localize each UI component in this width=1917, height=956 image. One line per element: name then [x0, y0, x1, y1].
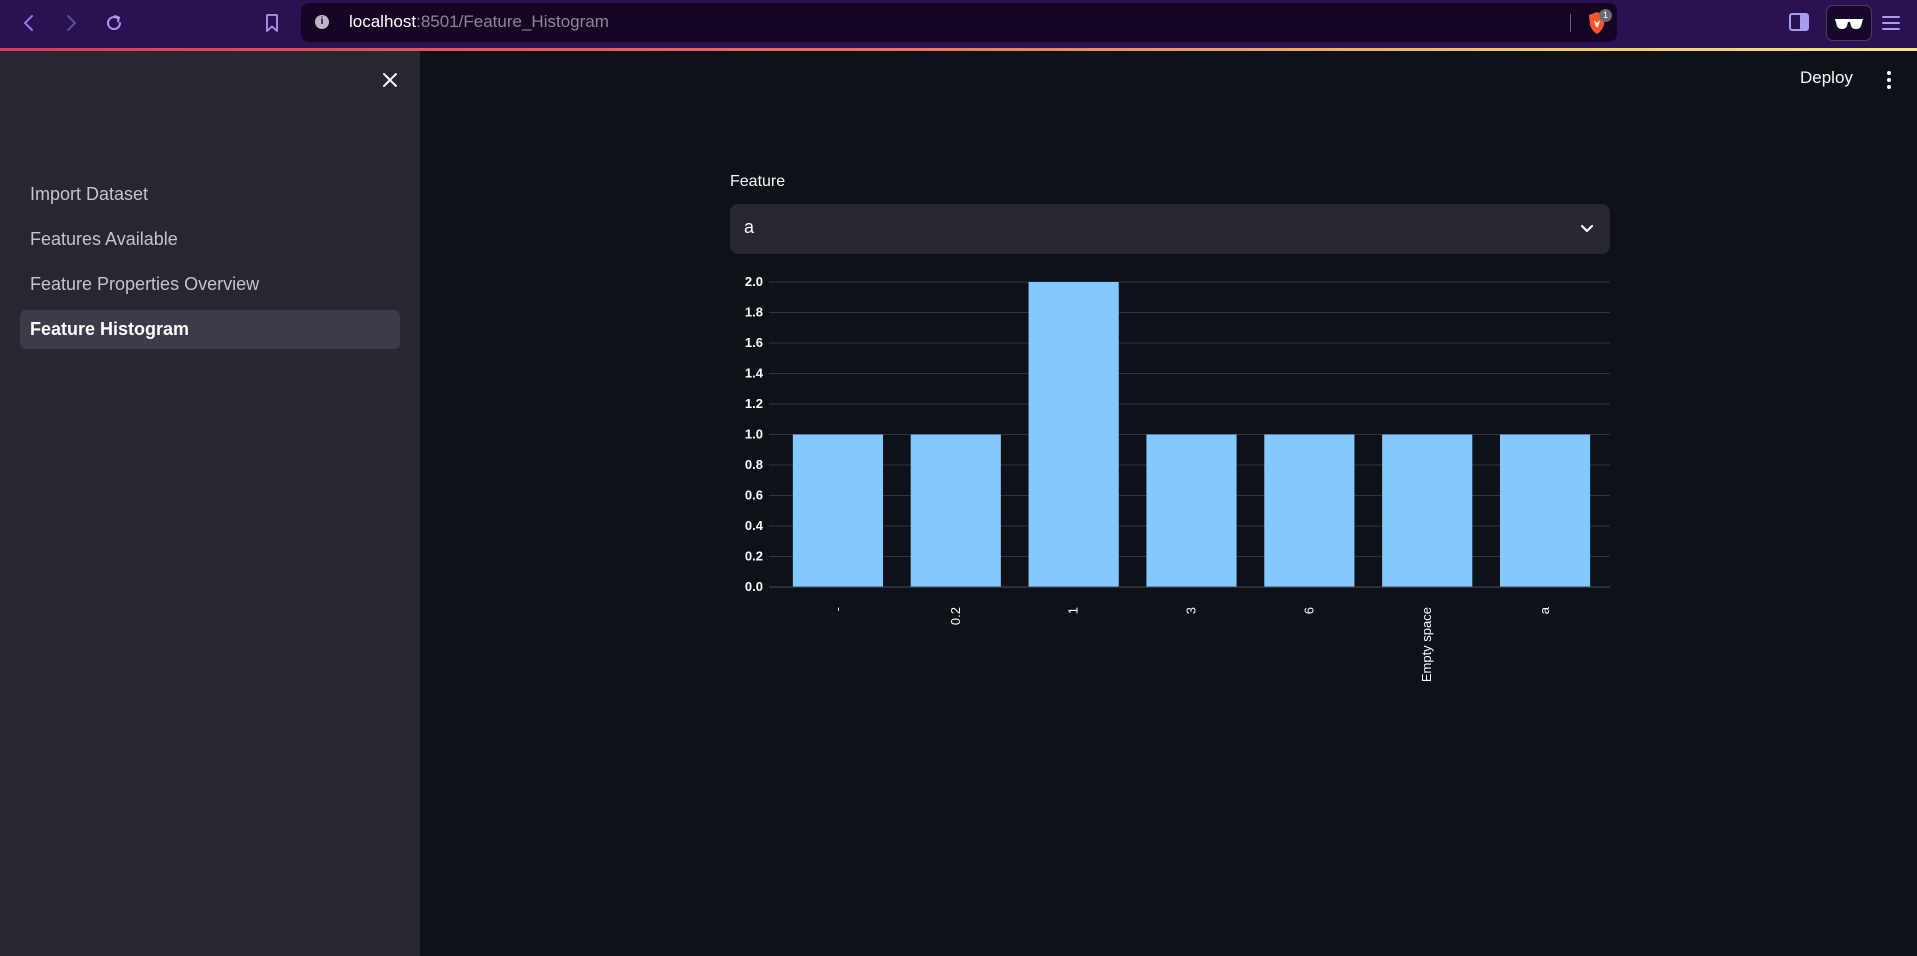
shield-count-badge: 1 [1599, 9, 1612, 22]
y-tick-label: 1.6 [745, 335, 763, 350]
x-tick-label: 6 [1301, 607, 1316, 614]
address-bar[interactable]: i localhost:8501/Feature_Histogram 1 [301, 3, 1617, 42]
url-text: localhost:8501/Feature_Histogram [349, 12, 609, 32]
x-tick-label: Empty space [1419, 607, 1434, 682]
glasses-icon [1835, 19, 1863, 29]
sidebar-item-features-available[interactable]: Features Available [20, 220, 400, 259]
bar [910, 434, 1001, 587]
chevron-down-icon [1578, 220, 1596, 238]
bar [1028, 282, 1119, 587]
browser-toolbar: i localhost:8501/Feature_Histogram 1 [0, 0, 1917, 48]
y-tick-label: 1.0 [745, 427, 763, 442]
url-host: localhost [349, 12, 417, 31]
x-tick-label: 3 [1184, 607, 1199, 614]
y-tick-label: 1.4 [745, 366, 764, 381]
y-tick-label: 0.8 [745, 457, 763, 472]
back-icon[interactable] [16, 10, 42, 36]
feature-select-value: a [744, 217, 755, 237]
feature-select-label: Feature [730, 173, 786, 190]
url-path: :8501/Feature_Histogram [416, 12, 609, 31]
x-tick-label: 1 [1066, 607, 1081, 614]
hamburger-menu-icon[interactable] [1881, 14, 1901, 37]
x-tick-label: - [830, 607, 845, 611]
reader-mode-button[interactable] [1826, 5, 1872, 41]
y-tick-label: 1.8 [745, 305, 763, 320]
bookmark-icon[interactable] [259, 10, 285, 36]
y-tick-label: 2.0 [745, 274, 763, 289]
sidebar-item-import-dataset[interactable]: Import Dataset [20, 175, 400, 214]
sidebar-toggle-icon[interactable] [1788, 12, 1810, 37]
reload-icon[interactable] [101, 10, 127, 36]
sidebar: Import Dataset Features Available Featur… [0, 51, 420, 956]
bar [1382, 434, 1473, 587]
deploy-button[interactable]: Deploy [1800, 68, 1853, 88]
site-info-icon[interactable]: i [315, 15, 329, 29]
sidebar-item-feature-histogram[interactable]: Feature Histogram [20, 310, 400, 349]
close-sidebar-icon[interactable] [380, 70, 400, 90]
feature-select[interactable]: a [730, 204, 1610, 254]
y-tick-label: 0.6 [745, 488, 763, 503]
bar [1499, 434, 1591, 587]
histogram-chart: 0.0 0.2 0.4 0.6 0.8 1.0 1.2 1.4 1.6 1.8 2.0 - 0.2 1 3 6… [745, 274, 1610, 682]
url-divider [1570, 14, 1571, 32]
y-tick-label: 1.2 [745, 396, 763, 411]
x-tick-label: a [1537, 606, 1552, 614]
x-tick-label: 0.2 [948, 607, 963, 625]
forward-icon[interactable] [58, 10, 84, 36]
main-menu-icon[interactable] [1886, 70, 1892, 90]
bar [1264, 434, 1355, 587]
bar [1146, 434, 1237, 587]
y-tick-label: 0.4 [745, 518, 764, 533]
bar [792, 434, 884, 587]
y-tick-label: 0.2 [745, 549, 763, 564]
y-tick-label: 0.0 [745, 579, 763, 594]
sidebar-item-feature-properties-overview[interactable]: Feature Properties Overview [20, 265, 400, 304]
